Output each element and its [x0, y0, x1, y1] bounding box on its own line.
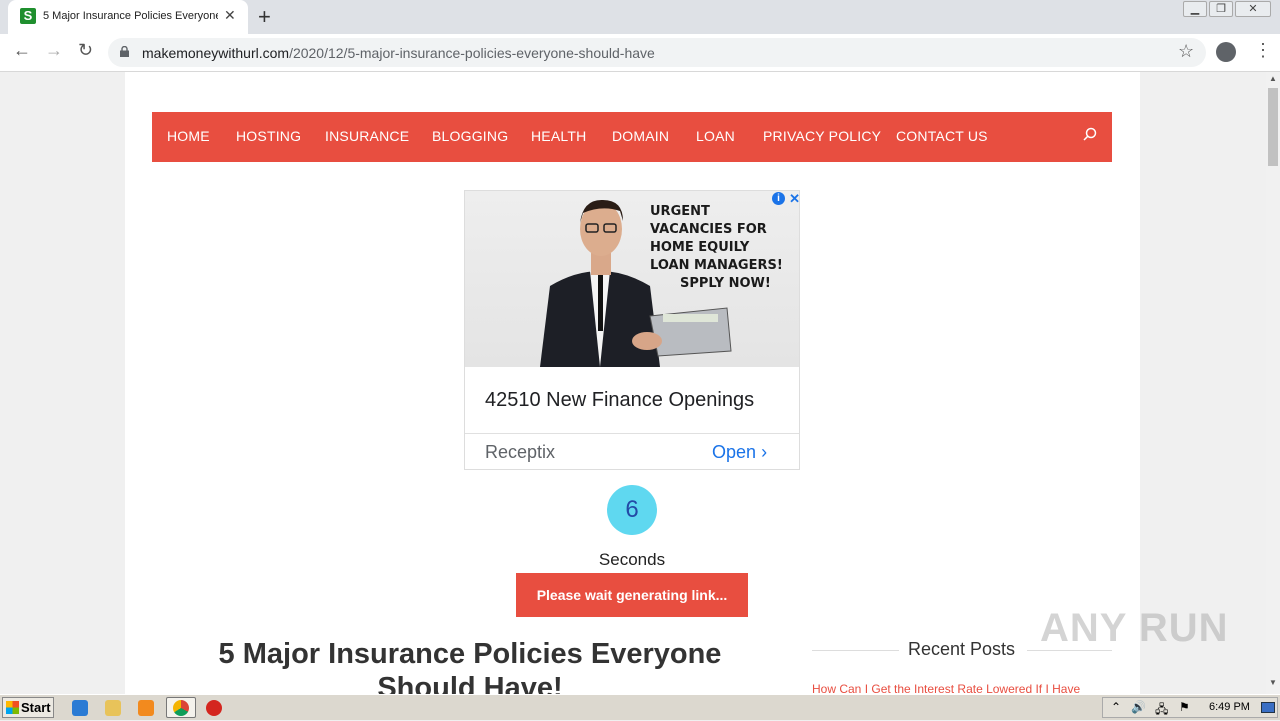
- countdown-label: Seconds: [598, 550, 666, 569]
- ad-close-icon[interactable]: ✕: [789, 191, 799, 207]
- site-favicon-icon: S: [20, 8, 36, 24]
- back-icon[interactable]: ←: [13, 40, 31, 61]
- media-player-icon[interactable]: [138, 700, 154, 716]
- ad-image-text: VACANCIES FOR: [650, 222, 767, 237]
- show-desktop-icon[interactable]: [1261, 702, 1275, 713]
- flag-icon[interactable]: ⚑: [1179, 700, 1190, 714]
- ad-open-button[interactable]: Open ›: [712, 442, 767, 463]
- ad-image-text: SPPLY NOW!: [680, 276, 771, 291]
- advertisement[interactable]: URGENT VACANCIES FOR HOME EQUILY LOAN MA…: [464, 190, 800, 470]
- lock-icon: [120, 46, 129, 57]
- search-icon[interactable]: [1082, 127, 1098, 143]
- tab-title: 5 Major Insurance Policies Everyone Shou…: [43, 10, 218, 22]
- ad-divider: [465, 433, 799, 434]
- minimize-icon[interactable]: ▁: [1183, 1, 1207, 17]
- url-text: makemoneywithurl.com/2020/12/5-major-ins…: [142, 45, 655, 61]
- tab-close-icon[interactable]: ✕: [224, 7, 236, 24]
- forward-icon[interactable]: →: [45, 40, 63, 61]
- countdown-timer: 6: [607, 485, 657, 535]
- ad-image[interactable]: URGENT VACANCIES FOR HOME EQUILY LOAN MA…: [465, 191, 799, 367]
- anyrun-watermark: ANY RUN: [1040, 606, 1229, 650]
- bookmark-star-icon[interactable]: ☆: [1178, 41, 1194, 62]
- volume-icon[interactable]: 🔊: [1131, 700, 1146, 714]
- clock[interactable]: 6:49 PM: [1209, 701, 1250, 713]
- tab-strip: S 5 Major Insurance Policies Everyone Sh…: [0, 0, 1280, 34]
- recent-posts-heading: Recent Posts: [908, 639, 1016, 659]
- nav-contact-us[interactable]: CONTACT US: [896, 128, 988, 144]
- scroll-down-icon[interactable]: ▼: [1269, 678, 1277, 687]
- ad-open-label: Open: [712, 442, 757, 462]
- recent-post-link[interactable]: How Can I Get the Interest Rate Lowered …: [812, 682, 1080, 694]
- folder-icon[interactable]: [105, 700, 121, 716]
- main-navbar: HOME HOSTING INSURANCE BLOGGING HEALTH D…: [152, 112, 1112, 162]
- nav-home[interactable]: HOME: [167, 128, 210, 144]
- tray-arrow-icon[interactable]: ⌃: [1111, 700, 1121, 714]
- ad-image-text: URGENT: [650, 204, 710, 219]
- ad-advertiser[interactable]: Receptix: [485, 442, 555, 463]
- nav-health[interactable]: HEALTH: [531, 128, 586, 144]
- start-label: Start: [21, 700, 51, 715]
- browser-toolbar: ← → ↻ makemoneywithurl.com/2020/12/5-maj…: [0, 34, 1280, 72]
- nav-domain[interactable]: DOMAIN: [612, 128, 669, 144]
- menu-kebab-icon[interactable]: ⋮: [1254, 40, 1272, 61]
- start-button[interactable]: Start: [2, 697, 54, 718]
- opera-icon[interactable]: [206, 700, 222, 716]
- new-tab-icon[interactable]: +: [258, 4, 271, 30]
- scroll-up-icon[interactable]: ▲: [1269, 74, 1277, 83]
- internet-explorer-icon[interactable]: [72, 700, 88, 716]
- ad-info-icon[interactable]: i: [772, 192, 785, 205]
- chevron-right-icon: ›: [761, 442, 768, 462]
- windows-logo-icon: [6, 701, 19, 714]
- nav-insurance[interactable]: INSURANCE: [325, 128, 409, 144]
- ad-headline[interactable]: 42510 New Finance Openings: [485, 389, 754, 412]
- scroll-thumb[interactable]: [1268, 88, 1278, 166]
- nav-blogging[interactable]: BLOGGING: [432, 128, 508, 144]
- ad-image-text: LOAN MANAGERS!: [650, 258, 783, 273]
- system-tray: ⌃ 🔊 🖧 ⚑ 6:49 PM: [1102, 697, 1278, 718]
- network-icon[interactable]: 🖧: [1155, 700, 1168, 721]
- url-host: makemoneywithurl.com: [142, 45, 290, 61]
- nav-loan[interactable]: LOAN: [696, 128, 735, 144]
- divider: [812, 650, 899, 651]
- os-taskbar: Start ⌃ 🔊 🖧 ⚑ 6:49 PM: [0, 694, 1280, 720]
- page-scrollbar[interactable]: ▲ ▼: [1266, 72, 1280, 694]
- chrome-taskbar-button[interactable]: [166, 697, 196, 718]
- chrome-icon: [173, 700, 189, 716]
- window-close-icon[interactable]: ✕: [1235, 1, 1271, 17]
- restore-icon[interactable]: ❐: [1209, 1, 1233, 17]
- address-bar[interactable]: makemoneywithurl.com/2020/12/5-major-ins…: [108, 38, 1206, 67]
- url-path: /2020/12/5-major-insurance-policies-ever…: [289, 45, 655, 61]
- reload-icon[interactable]: ↻: [78, 40, 93, 61]
- post-title: 5 Major Insurance Policies Everyone Shou…: [218, 638, 722, 694]
- page-content: HOME HOSTING INSURANCE BLOGGING HEALTH D…: [125, 72, 1140, 694]
- profile-avatar-icon[interactable]: [1216, 42, 1236, 62]
- ad-image-text: HOME EQUILY: [650, 240, 750, 255]
- generate-link-button[interactable]: Please wait generating link...: [516, 573, 748, 617]
- nav-hosting[interactable]: HOSTING: [236, 128, 301, 144]
- nav-privacy-policy[interactable]: PRIVACY POLICY: [763, 128, 881, 144]
- page-viewport: HOME HOSTING INSURANCE BLOGGING HEALTH D…: [0, 72, 1266, 694]
- active-tab[interactable]: S 5 Major Insurance Policies Everyone Sh…: [8, 0, 248, 34]
